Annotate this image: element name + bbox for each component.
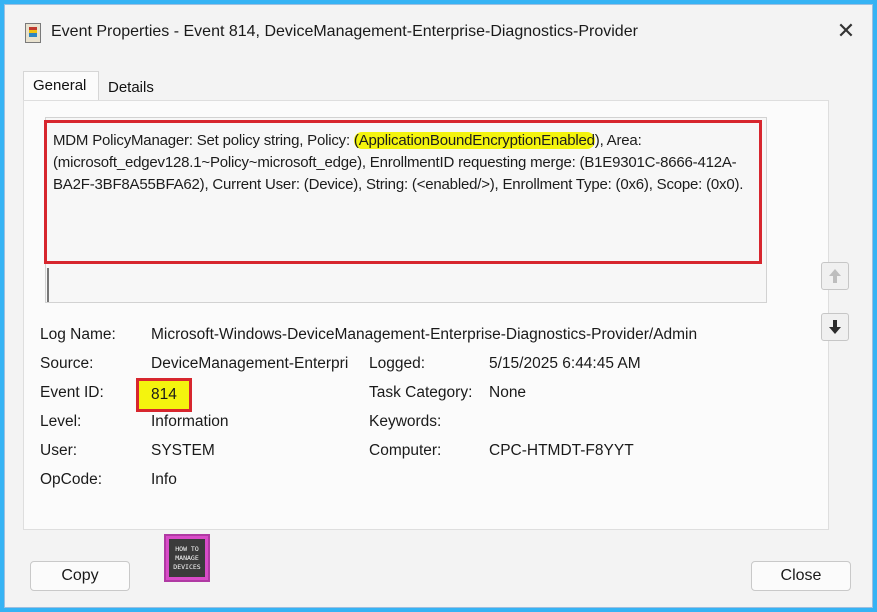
event-properties-window: Event Properties - Event 814, DeviceMana… xyxy=(4,4,873,608)
opcode-value: Info xyxy=(151,471,177,488)
previous-event-button[interactable] xyxy=(821,262,849,290)
logged-value: 5/15/2025 6:44:45 AM xyxy=(489,355,641,372)
user-value: SYSTEM xyxy=(151,442,215,459)
log-name-label: Log Name: xyxy=(40,326,116,343)
close-button[interactable]: Close xyxy=(751,561,851,591)
general-panel: MDM PolicyManager: Set policy string, Po… xyxy=(23,100,829,530)
task-category-value: None xyxy=(489,384,527,401)
event-id-value: 814 xyxy=(151,386,177,403)
event-viewer-icon xyxy=(25,23,41,43)
arrow-up-icon xyxy=(829,269,841,283)
policy-name-highlight: (ApplicationBoundEncryptionEnabled xyxy=(353,132,595,149)
logged-label: Logged: xyxy=(369,355,426,372)
event-id-label: Event ID: xyxy=(40,384,104,401)
level-label: Level: xyxy=(40,413,82,430)
event-message-text: MDM PolicyManager: Set policy string, Po… xyxy=(53,130,753,196)
log-name-value: Microsoft-Windows-DeviceManagement-Enter… xyxy=(151,326,698,343)
annotation-box-message: MDM PolicyManager: Set policy string, Po… xyxy=(44,120,762,264)
opcode-label: OpCode: xyxy=(40,471,103,488)
source-value: DeviceManagement-Enterpri xyxy=(151,355,349,372)
window-title: Event Properties - Event 814, DeviceMana… xyxy=(51,23,638,40)
copy-button[interactable]: Copy xyxy=(30,561,130,591)
task-category-label: Task Category: xyxy=(369,384,473,401)
user-label: User: xyxy=(40,442,78,459)
computer-value: CPC-HTMDT-F8YYT xyxy=(489,442,634,459)
keywords-label: Keywords: xyxy=(369,413,442,430)
tab-details[interactable]: Details xyxy=(99,74,169,102)
annotation-box-event-id: 814 xyxy=(136,378,192,412)
next-event-button[interactable] xyxy=(821,313,849,341)
computer-label: Computer: xyxy=(369,442,442,459)
level-value: Information xyxy=(151,413,229,430)
title-bar: Event Properties - Event 814, DeviceMana… xyxy=(5,5,872,57)
tab-general[interactable]: General xyxy=(23,71,99,102)
text-caret xyxy=(47,268,49,302)
message-prefix: MDM PolicyManager: Set policy string, Po… xyxy=(53,132,354,149)
source-label: Source: xyxy=(40,355,94,372)
how-to-manage-devices-logo: HOW TO MANAGE DEVICES xyxy=(164,534,210,582)
close-icon[interactable]: ✕ xyxy=(834,19,858,43)
arrow-down-icon xyxy=(829,320,841,334)
